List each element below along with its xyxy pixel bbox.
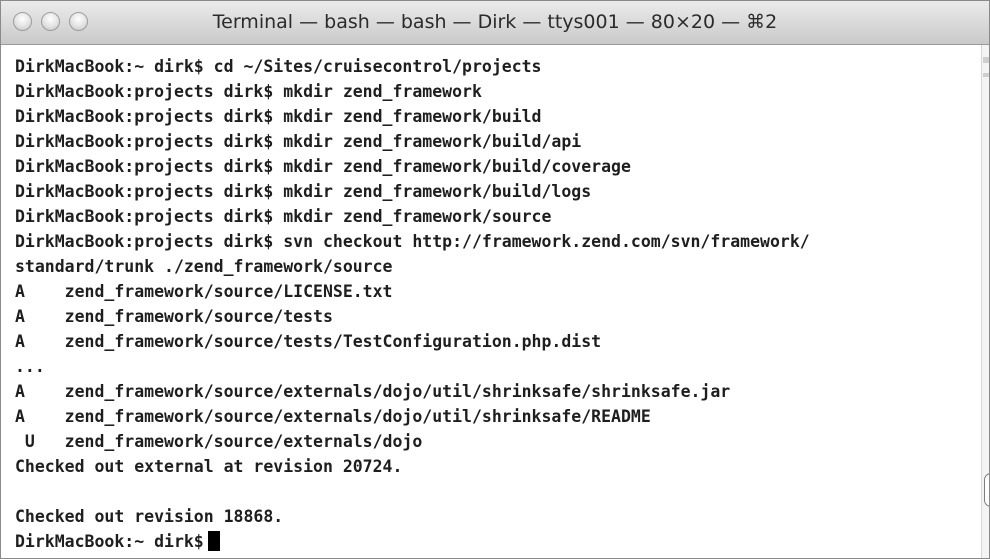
terminal-line: DirkMacBook:projects dirk$ mkdir zend_fr… <box>15 182 592 201</box>
window-title: Terminal — bash — bash — Dirk — ttys001 … <box>212 11 778 33</box>
terminal-line: standard/trunk ./zend_framework/source <box>15 257 393 276</box>
title-bar: Terminal — bash — bash — Dirk — ttys001 … <box>1 1 989 45</box>
scroll-thumb[interactable] <box>984 473 989 507</box>
terminal-line: Checked out revision 18868. <box>15 507 284 526</box>
terminal-line: ... <box>15 357 45 376</box>
terminal-line: DirkMacBook:projects dirk$ mkdir zend_fr… <box>15 82 482 101</box>
terminal-line: Checked out external at revision 20724. <box>15 457 403 476</box>
terminal-line: DirkMacBook:projects dirk$ mkdir zend_fr… <box>15 157 631 176</box>
text-cursor <box>207 531 220 551</box>
prompt-text: DirkMacBook:~ dirk$ <box>15 532 204 551</box>
terminal-prompt-line: DirkMacBook:~ dirk$ <box>15 529 220 554</box>
terminal-line: DirkMacBook:projects dirk$ mkdir zend_fr… <box>15 132 582 151</box>
terminal-line: A zend_framework/source/externals/dojo/u… <box>15 407 651 426</box>
terminal-line: A zend_framework/source/externals/dojo/u… <box>15 382 731 401</box>
terminal-line: DirkMacBook:projects dirk$ mkdir zend_fr… <box>15 107 542 126</box>
terminal-line: A zend_framework/source/tests <box>15 307 333 326</box>
terminal-window: Terminal — bash — bash — Dirk — ttys001 … <box>0 0 990 559</box>
terminal-line: A zend_framework/source/tests/TestConfig… <box>15 332 602 351</box>
scroll-arrow-mark <box>983 57 989 63</box>
terminal-line: DirkMacBook:~ dirk$ cd ~/Sites/cruisecon… <box>15 57 542 76</box>
terminal-line: DirkMacBook:projects dirk$ svn checkout … <box>15 232 810 251</box>
scroll-arrow-mark <box>983 73 989 77</box>
terminal-line: U zend_framework/source/externals/dojo <box>15 432 423 451</box>
terminal-line: DirkMacBook:projects dirk$ mkdir zend_fr… <box>15 207 552 226</box>
terminal-output[interactable]: DirkMacBook:~ dirk$ cd ~/Sites/cruisecon… <box>1 45 989 558</box>
terminal-line: A zend_framework/source/LICENSE.txt <box>15 282 393 301</box>
